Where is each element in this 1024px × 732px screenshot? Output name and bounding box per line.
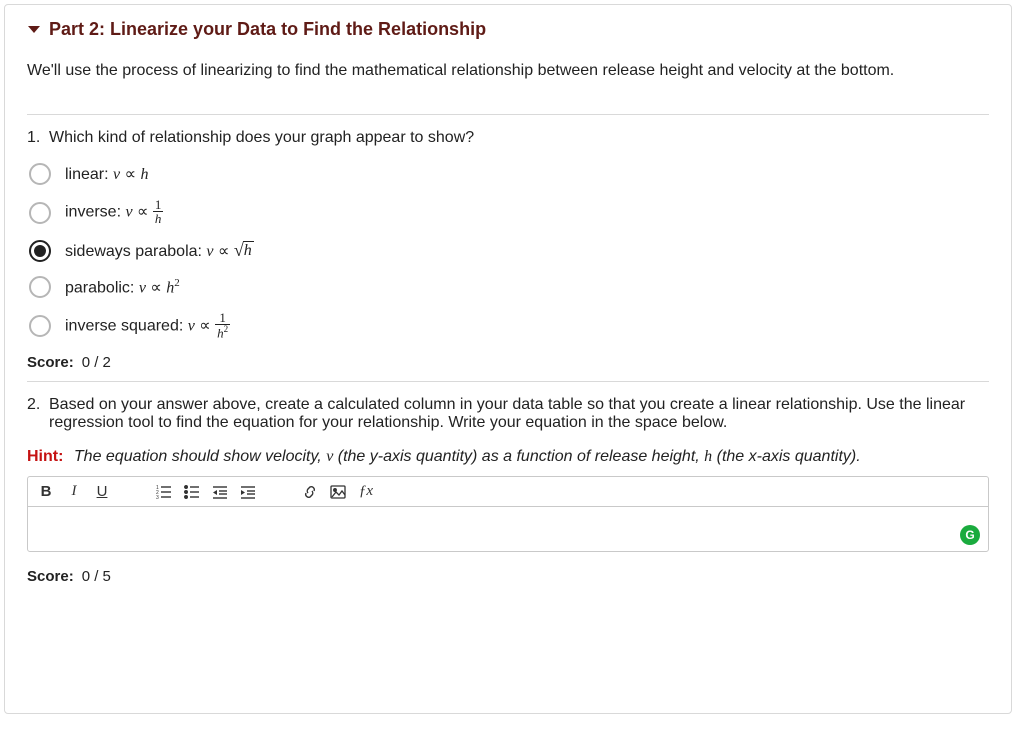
question-2: 2. Based on your answer above, create a … (27, 381, 989, 585)
question-number: 2. (27, 396, 49, 432)
editor-body[interactable]: G (28, 507, 988, 551)
section-header[interactable]: Part 2: Linearize your Data to Find the … (27, 19, 989, 40)
hint-label: Hint: (27, 448, 63, 465)
question-1-prompt: 1. Which kind of relationship does your … (27, 129, 989, 147)
underline-button[interactable]: U (94, 483, 110, 500)
outdent-icon[interactable] (212, 485, 228, 499)
option-label: inverse squared: v ∝ 1h2 (65, 312, 230, 340)
chevron-down-icon (27, 22, 41, 38)
radio-icon (29, 202, 51, 224)
hint-text: The equation should show velocity, v (th… (74, 448, 861, 465)
option-label: sideways parabola: v ∝ √h (65, 241, 254, 261)
radio-icon (29, 163, 51, 185)
option-label: inverse: v ∝ 1h (65, 199, 163, 226)
radio-icon (29, 276, 51, 298)
question-2-prompt: 2. Based on your answer above, create a … (27, 396, 989, 432)
question-number: 1. (27, 129, 49, 147)
rich-text-editor: B I U 123 (27, 476, 989, 552)
score-value: 0 / 5 (82, 568, 111, 585)
equation-button[interactable]: ƒx (358, 483, 374, 500)
option-parabolic[interactable]: parabolic: v ∝ h2 (29, 276, 989, 298)
score-value: 0 / 2 (82, 354, 111, 371)
option-label: parabolic: v ∝ h2 (65, 277, 180, 297)
assignment-card: Part 2: Linearize your Data to Find the … (4, 4, 1012, 714)
option-inverse-squared[interactable]: inverse squared: v ∝ 1h2 (29, 312, 989, 340)
question-1-score: Score: 0 / 2 (27, 354, 989, 371)
score-label: Score: (27, 354, 74, 371)
editor-toolbar: B I U 123 (28, 477, 988, 507)
bold-button[interactable]: B (38, 483, 54, 500)
option-label: linear: v ∝ h (65, 164, 148, 184)
italic-button[interactable]: I (66, 483, 82, 500)
image-icon[interactable] (330, 485, 346, 499)
grammarly-icon[interactable]: G (960, 525, 980, 545)
option-sideways-parabola[interactable]: sideways parabola: v ∝ √h (29, 240, 989, 262)
option-inverse[interactable]: inverse: v ∝ 1h (29, 199, 989, 226)
link-icon[interactable] (302, 485, 318, 499)
option-linear[interactable]: linear: v ∝ h (29, 163, 989, 185)
section-title: Part 2: Linearize your Data to Find the … (49, 19, 486, 40)
question-1: 1. Which kind of relationship does your … (27, 114, 989, 371)
question-2-score: Score: 0 / 5 (27, 568, 989, 585)
ordered-list-icon[interactable]: 123 (156, 485, 172, 499)
svg-text:3: 3 (156, 495, 159, 499)
question-1-options: linear: v ∝ h inverse: v ∝ 1h sideways p… (27, 163, 989, 340)
question-2-hint: Hint: The equation should show velocity,… (27, 448, 989, 466)
indent-icon[interactable] (240, 485, 256, 499)
question-text: Which kind of relationship does your gra… (49, 129, 989, 147)
intro-text: We'll use the process of linearizing to … (27, 62, 989, 80)
score-label: Score: (27, 568, 74, 585)
question-text: Based on your answer above, create a cal… (49, 396, 989, 432)
radio-icon-selected (29, 240, 51, 262)
unordered-list-icon[interactable] (184, 485, 200, 499)
radio-icon (29, 315, 51, 337)
